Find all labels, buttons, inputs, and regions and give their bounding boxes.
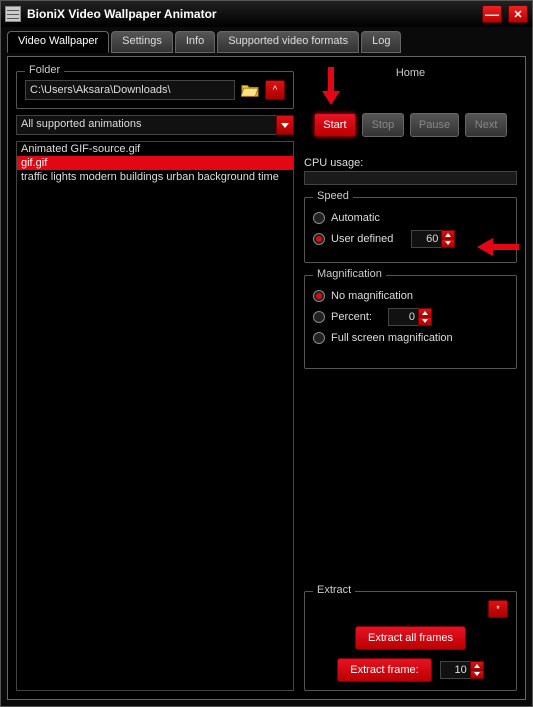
extract-star-button[interactable]: * <box>488 600 508 618</box>
file-list-item[interactable]: traffic lights modern buildings urban ba… <box>17 170 293 184</box>
pause-button[interactable]: Pause <box>410 113 459 137</box>
magnification-legend: Magnification <box>313 268 386 280</box>
speed-legend: Speed <box>313 190 353 202</box>
speed-value-spinner[interactable] <box>411 230 455 248</box>
next-button[interactable]: Next <box>465 113 507 137</box>
chevron-down-icon[interactable] <box>276 115 294 135</box>
magnification-spin-up[interactable] <box>419 309 431 318</box>
magnification-group: Magnification No magnification Percent: <box>304 275 517 369</box>
speed-value-input[interactable] <box>411 230 441 248</box>
window-title: BioniX Video Wallpaper Animator <box>27 7 476 21</box>
speed-automatic-label: Automatic <box>331 212 380 224</box>
filter-combo-text: All supported animations <box>16 115 276 135</box>
extract-frame-spinner[interactable] <box>440 661 484 679</box>
cpu-usage-label: CPU usage: <box>304 157 517 169</box>
tab-supported-formats[interactable]: Supported video formats <box>217 31 359 53</box>
minimize-button[interactable]: — <box>482 5 502 23</box>
magnification-none-radio[interactable] <box>313 290 325 302</box>
extract-frame-spin-up[interactable] <box>471 662 483 671</box>
speed-spin-down[interactable] <box>442 240 454 248</box>
extract-all-frames-button[interactable]: Extract all frames <box>355 626 466 650</box>
start-button[interactable]: Start <box>314 113 356 137</box>
file-list[interactable]: Animated GIF-source.gifgif.giftraffic li… <box>16 141 294 691</box>
cpu-usage-bar <box>304 171 517 185</box>
titlebar: BioniX Video Wallpaper Animator — ✕ <box>1 1 532 27</box>
tab-strip: Video Wallpaper Settings Info Supported … <box>7 31 526 53</box>
speed-user-defined-radio[interactable] <box>313 233 325 245</box>
folder-legend: Folder <box>25 64 64 76</box>
file-list-item[interactable]: Animated GIF-source.gif <box>17 142 293 156</box>
file-list-item[interactable]: gif.gif <box>17 156 293 170</box>
tab-info[interactable]: Info <box>175 31 215 53</box>
extract-legend: Extract <box>313 584 355 596</box>
tab-settings[interactable]: Settings <box>111 31 173 53</box>
folder-group: Folder ^ <box>16 71 294 109</box>
playback-button-row: Start Stop Pause Next <box>304 113 517 137</box>
magnification-percent-spinner[interactable] <box>388 308 432 326</box>
extract-frame-input[interactable] <box>440 661 470 679</box>
magnification-none-label: No magnification <box>331 290 413 302</box>
magnification-percent-radio[interactable] <box>313 311 325 323</box>
app-icon <box>5 6 21 22</box>
extract-frame-spin-down[interactable] <box>471 671 483 679</box>
tab-panel: Folder ^ All supported animations <box>7 56 526 700</box>
extract-frame-button[interactable]: Extract frame: <box>337 658 431 682</box>
speed-spin-up[interactable] <box>442 231 454 240</box>
home-header: Home <box>304 65 517 83</box>
magnification-fullscreen-radio[interactable] <box>313 332 325 344</box>
tab-video-wallpaper[interactable]: Video Wallpaper <box>7 31 109 53</box>
browse-folder-button[interactable] <box>239 80 261 100</box>
magnification-percent-label: Percent: <box>331 311 372 323</box>
extract-group: Extract * Extract all frames Extract fra… <box>304 591 517 691</box>
magnification-fullscreen-label: Full screen magnification <box>331 332 453 344</box>
speed-user-defined-label: User defined <box>331 233 393 245</box>
stop-button[interactable]: Stop <box>362 113 404 137</box>
folder-up-button[interactable]: ^ <box>265 80 285 100</box>
magnification-spin-down[interactable] <box>419 318 431 326</box>
close-button[interactable]: ✕ <box>508 5 528 23</box>
tab-log[interactable]: Log <box>361 31 401 53</box>
filter-combo[interactable]: All supported animations <box>16 115 294 135</box>
folder-path-input[interactable] <box>25 80 235 100</box>
folder-icon <box>241 82 259 98</box>
magnification-percent-input[interactable] <box>388 308 418 326</box>
speed-group: Speed Automatic User defined <box>304 197 517 263</box>
speed-automatic-radio[interactable] <box>313 212 325 224</box>
